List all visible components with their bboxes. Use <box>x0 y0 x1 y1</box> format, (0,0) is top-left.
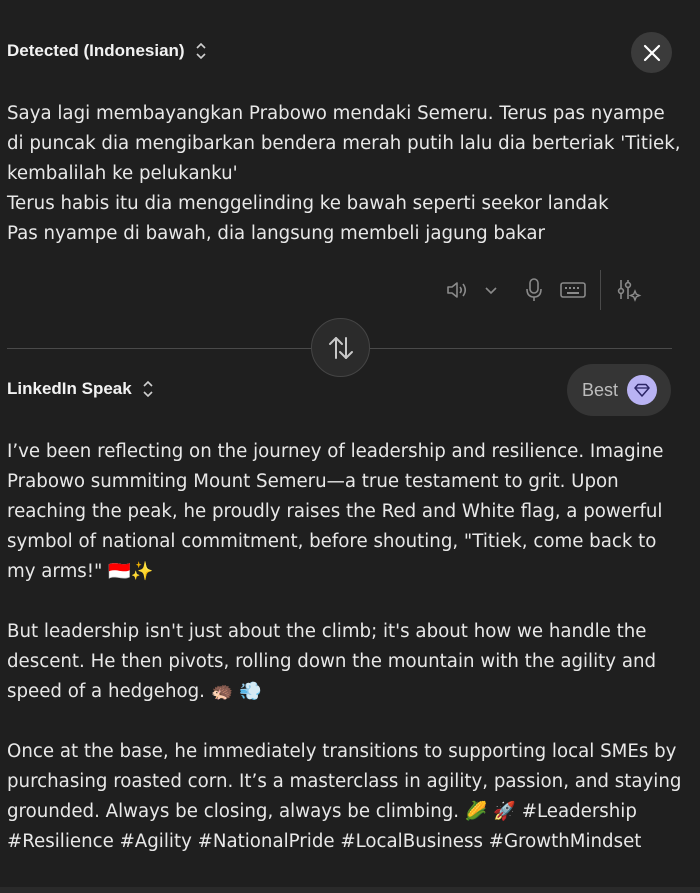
translation-paragraph: Once at the base, he immediately transit… <box>7 741 688 852</box>
close-button[interactable] <box>631 32 672 73</box>
translation-paragraph: I’ve been reflecting on the journey of l… <box>7 441 670 582</box>
input-toolbar <box>440 270 643 310</box>
best-label: Best <box>582 379 619 400</box>
source-text[interactable]: Saya lagi membayangkan Prabowo mendaki S… <box>7 99 687 249</box>
keyboard-icon[interactable] <box>558 270 588 310</box>
speaker-icon[interactable] <box>440 270 474 310</box>
best-model-button[interactable]: Best <box>567 364 671 416</box>
swap-languages-button[interactable] <box>311 318 370 377</box>
bottom-edge <box>0 887 700 893</box>
chevron-down-icon[interactable] <box>478 270 504 310</box>
chevron-updown-icon <box>196 42 206 60</box>
sliders-sparkle-icon[interactable] <box>615 270 643 310</box>
toolbar-divider <box>600 270 601 310</box>
target-style-selector[interactable]: LinkedIn Speak <box>7 379 154 399</box>
target-style-label: LinkedIn Speak <box>7 379 132 398</box>
close-icon <box>643 44 660 61</box>
diamond-icon <box>627 375 657 405</box>
microphone-icon[interactable] <box>520 270 548 310</box>
translation-paragraph: But leadership isn't just about the clim… <box>7 621 662 702</box>
source-language-label: Detected (Indonesian) <box>7 41 185 60</box>
source-language-selector[interactable]: Detected (Indonesian) <box>7 41 207 61</box>
chevron-updown-icon <box>143 380 153 398</box>
swap-arrows-icon <box>328 336 353 359</box>
